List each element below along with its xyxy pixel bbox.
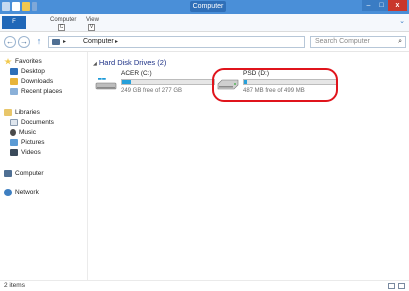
forward-button[interactable]: → xyxy=(18,36,30,48)
nav-item-label: Videos xyxy=(21,149,41,156)
drive-item-c[interactable]: ACER (C:) 249 GB free of 277 GB xyxy=(95,70,219,100)
nav-item-label: Downloads xyxy=(21,78,54,85)
documents-icon xyxy=(10,119,18,126)
nav-item-music[interactable]: Music xyxy=(10,129,36,136)
star-icon xyxy=(4,58,12,65)
status-bar: 2 items xyxy=(0,280,409,291)
search-placeholder: Search Computer xyxy=(315,38,370,45)
trailing-separator[interactable]: ▸ xyxy=(115,38,118,45)
drive-free-space: 249 GB free of 277 GB xyxy=(121,88,183,94)
desktop-icon xyxy=(10,68,18,75)
computer-icon xyxy=(4,170,12,177)
window-title: Computer xyxy=(190,1,226,12)
videos-icon xyxy=(10,149,18,156)
pictures-icon xyxy=(10,139,18,146)
nav-item-downloads[interactable]: Downloads xyxy=(10,78,53,85)
group-header[interactable]: ◢ Hard Disk Drives (2) xyxy=(93,58,166,67)
title-bar: Computer – □ x xyxy=(0,0,409,14)
windows-drive-icon xyxy=(95,78,117,90)
address-bar[interactable]: ▸ Computer ▸ ▾ ↻ xyxy=(48,36,350,48)
properties-icon[interactable] xyxy=(12,2,20,11)
nav-item-videos[interactable]: Videos xyxy=(10,149,41,156)
group-title: Hard Disk Drives (2) xyxy=(98,58,167,67)
explorer-icon[interactable] xyxy=(2,2,10,11)
new-folder-icon[interactable] xyxy=(22,2,30,11)
nav-computer[interactable]: Computer xyxy=(4,170,44,177)
nav-item-label: Recent places xyxy=(21,88,63,95)
drive-name: ACER (C:) xyxy=(121,70,152,77)
tab-view[interactable]: View xyxy=(86,17,99,23)
downloads-icon xyxy=(10,78,18,85)
item-count: 2 items xyxy=(4,282,25,289)
key-tip-computer: C xyxy=(58,24,65,31)
navigation-pane: Favorites Desktop Downloads Recent place… xyxy=(0,52,88,280)
close-button[interactable]: x xyxy=(388,0,407,11)
libraries-icon xyxy=(4,109,12,116)
navigation-bar: ← → ↑ ▸ Computer ▸ ▾ ↻ Search Computer ⌕ xyxy=(0,32,409,52)
address-location[interactable]: Computer xyxy=(83,38,114,45)
back-button[interactable]: ← xyxy=(4,36,16,48)
drive-usage-fill xyxy=(122,80,132,84)
nav-computer-label: Computer xyxy=(15,170,44,177)
nav-favorites[interactable]: Favorites xyxy=(4,58,42,65)
nav-item-recent-places[interactable]: Recent places xyxy=(10,88,62,95)
ribbon-expand-icon[interactable]: ⌄ xyxy=(399,17,405,25)
nav-libraries[interactable]: Libraries xyxy=(4,109,40,116)
up-button[interactable]: ↑ xyxy=(33,36,45,48)
nav-item-documents[interactable]: Documents xyxy=(10,119,54,126)
nav-item-desktop[interactable]: Desktop xyxy=(10,68,45,75)
nav-item-label: Desktop xyxy=(21,68,45,75)
collapse-triangle-icon[interactable]: ◢ xyxy=(93,61,97,67)
tab-computer[interactable]: Computer xyxy=(50,17,76,23)
nav-favorites-label: Favorites xyxy=(15,58,42,65)
qat-dropdown-icon[interactable] xyxy=(32,2,37,11)
content-pane: ◢ Hard Disk Drives (2) ACER (C:) 249 GB f… xyxy=(89,52,409,280)
nav-network[interactable]: Network xyxy=(4,189,39,196)
quick-access-toolbar xyxy=(2,2,37,11)
key-tip-view: V xyxy=(88,24,95,31)
nav-item-label: Pictures xyxy=(21,139,45,146)
file-tab[interactable]: F xyxy=(2,16,26,29)
nav-item-label: Documents xyxy=(21,119,54,126)
search-input[interactable]: Search Computer ⌕ xyxy=(310,36,406,48)
details-view-icon[interactable] xyxy=(388,283,395,289)
drive-usage-bar xyxy=(121,79,215,85)
music-icon xyxy=(10,129,16,136)
search-icon[interactable]: ⌕ xyxy=(398,38,402,46)
annotation-highlight-ring xyxy=(212,68,338,102)
nav-libraries-label: Libraries xyxy=(15,109,40,116)
large-icons-view-icon[interactable] xyxy=(398,283,405,289)
network-icon xyxy=(4,189,12,196)
minimize-button[interactable]: – xyxy=(362,0,375,11)
recent-places-icon xyxy=(10,88,18,95)
nav-item-label: Music xyxy=(19,129,36,136)
maximize-button[interactable]: □ xyxy=(375,0,388,11)
nav-item-pictures[interactable]: Pictures xyxy=(10,139,44,146)
computer-icon xyxy=(52,39,60,45)
path-separator[interactable]: ▸ xyxy=(63,38,66,45)
nav-network-label: Network xyxy=(15,189,39,196)
ribbon: F Computer C View V ⌄ xyxy=(0,14,409,32)
